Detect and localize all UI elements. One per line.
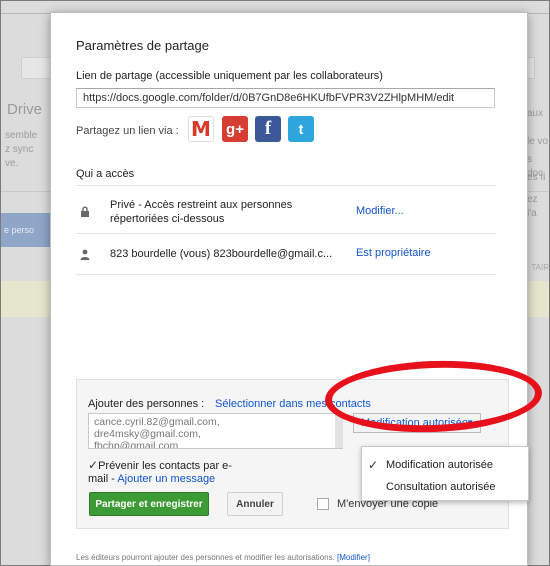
- chevron-down-icon: ▼: [466, 418, 474, 427]
- background-right-snippet: ez l'a: [527, 194, 538, 219]
- owner-row-text: 823 bourdelle (vous) 823bourdelle@gmail.…: [110, 248, 333, 260]
- background-right-snippet: es fi: [527, 172, 546, 183]
- visibility-text-line1: Privé - Accès restreint aux personnes: [110, 199, 293, 211]
- share-link-input[interactable]: https://docs.google.com/folder/d/0B7GnD8…: [76, 88, 495, 108]
- person-icon: [79, 249, 91, 261]
- background-left-snippet: ve.: [5, 158, 19, 169]
- share-and-save-button[interactable]: Partager et enregistrer: [89, 492, 209, 516]
- notify-contacts-checkbox[interactable]: ✓Prévenir les contacts par e- mail - Ajo…: [88, 459, 232, 486]
- background-right-label: TAIR: [531, 263, 549, 272]
- check-icon: ✓: [368, 458, 379, 472]
- notify-label-line1: Prévenir les contacts par e-: [98, 460, 232, 472]
- add-message-link[interactable]: Ajouter un message: [117, 473, 215, 485]
- dialog-title: Paramètres de partage: [76, 38, 209, 53]
- divider: [76, 185, 496, 186]
- menu-item-view[interactable]: Consultation autorisée: [386, 481, 495, 493]
- twitter-icon[interactable]: t: [288, 116, 314, 142]
- add-people-label: Ajouter des personnes :: [88, 398, 205, 410]
- add-people-input[interactable]: cance.cyril.82@gmail.com, dre4msky@gmail…: [88, 413, 343, 449]
- email-entry: dre4msky@gmail.com,: [94, 428, 201, 440]
- access-row-visibility: Privé - Accès restreint aux personnes ré…: [110, 198, 292, 226]
- emails-scrollbar[interactable]: [335, 414, 343, 448]
- menu-item-edit[interactable]: Modification autorisée: [386, 459, 493, 471]
- permission-selected: Modification autorisée: [361, 417, 469, 429]
- background-right-snippet: aux: [527, 108, 544, 119]
- email-entry: cance.cyril.82@gmail.com,: [94, 416, 220, 428]
- check-icon: ✓: [88, 458, 99, 472]
- share-settings-dialog: Paramètres de partage Lien de partage (a…: [50, 12, 529, 566]
- owner-role-label: Est propriétaire: [356, 247, 431, 259]
- background-app-name: Drive: [7, 101, 43, 118]
- email-entry: fbchp@gmail.com: [94, 440, 179, 449]
- footer-text: Les éditeurs pourront ajouter des person…: [76, 553, 335, 562]
- permission-menu: ✓ Modification autorisée Consultation au…: [361, 446, 529, 501]
- facebook-icon[interactable]: f: [255, 116, 281, 142]
- select-contacts-link[interactable]: Sélectionner dans mes contacts: [215, 398, 371, 410]
- visibility-text-line2: répertoriées ci-dessous: [110, 213, 225, 225]
- background-left-button: e perso: [1, 213, 53, 247]
- share-via-label: Partagez un lien via :: [76, 125, 179, 137]
- permission-dropdown[interactable]: Modification autorisée ▼: [353, 413, 481, 433]
- google-plus-icon[interactable]: g+: [222, 116, 248, 142]
- background-right-snippet: le vo: [527, 136, 549, 147]
- send-copy-checkbox[interactable]: [317, 498, 329, 510]
- divider: [76, 233, 496, 234]
- notify-label-line2: mail: [88, 473, 109, 485]
- footer-note: Les éditeurs pourront ajouter des person…: [76, 553, 370, 562]
- lock-icon: [79, 206, 91, 218]
- modify-visibility-link[interactable]: Modifier...: [356, 205, 404, 217]
- background-left-snippet: semble: [5, 130, 38, 141]
- share-link-label: Lien de partage (accessible uniquement p…: [76, 70, 383, 82]
- cancel-button[interactable]: Annuler: [227, 492, 283, 516]
- footer-modify-link[interactable]: [Modifier]: [337, 553, 370, 562]
- divider: [76, 274, 496, 275]
- notify-separator: -: [108, 473, 118, 485]
- background-left-snippet: z sync: [5, 144, 34, 155]
- gmail-icon[interactable]: M: [188, 116, 214, 142]
- access-section-label: Qui a accès: [76, 168, 135, 180]
